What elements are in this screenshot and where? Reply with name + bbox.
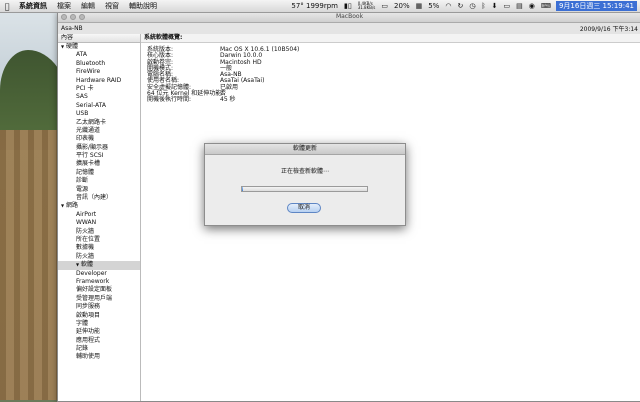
bluetooth-icon[interactable]: ᛒ: [478, 2, 488, 10]
sidebar-item[interactable]: 診斷: [58, 177, 140, 185]
menu-window[interactable]: 視窗: [100, 1, 124, 11]
sidebar-item[interactable]: 乙太網路卡: [58, 119, 140, 127]
software-update-dialog: 軟體更新 正在檢查新軟體⋯ 取消: [204, 143, 406, 226]
time-machine-icon[interactable]: ◷: [466, 2, 478, 10]
window-controls: [61, 14, 85, 20]
sidebar-group-label: 硬體: [66, 43, 79, 50]
sidebar-item[interactable]: 防火牆: [58, 253, 140, 261]
status-area: 57° 1999rpm ▮▯ 0.4KB/s 31.8KB/s ▭ 20% ▦ …: [288, 1, 640, 11]
sidebar-item[interactable]: Developer: [58, 270, 140, 278]
download-icon[interactable]: ⬇: [489, 2, 501, 10]
window-title: MacBook: [335, 13, 364, 20]
battery-icon[interactable]: ▭: [378, 2, 391, 10]
menu-bar:  系統資訊 檔案 編輯 視窗 輔助說明 57° 1999rpm ▮▯ 0.4K…: [0, 0, 640, 13]
progress-bar: [241, 186, 368, 192]
info-table: 系統版本: Mac OS X 10.6.1 (10B504) 核心版本: Darwin…: [147, 46, 299, 104]
input-flag-icon[interactable]: ▤: [513, 2, 526, 10]
sidebar-header: 內容: [58, 34, 140, 43]
sidebar-item[interactable]: 印表機: [58, 135, 140, 143]
info-key: 開機後執行時間:: [147, 96, 192, 104]
sidebar-item[interactable]: WWAN: [58, 219, 140, 227]
cancel-button[interactable]: 取消: [287, 203, 321, 213]
window-titlebar[interactable]: MacBook: [58, 12, 640, 23]
apple-menu-icon[interactable]: : [0, 2, 14, 11]
sidebar-item[interactable]: 啟動項目: [58, 312, 140, 320]
sidebar-item[interactable]: Serial-ATA: [58, 102, 140, 110]
volume-percent[interactable]: 5%: [425, 2, 442, 10]
report-timestamp: 2009/9/16 下午3:14: [579, 26, 638, 33]
net-down-rate: 31.8KB/s: [357, 5, 376, 10]
keyboard-icon[interactable]: ⌨: [538, 2, 554, 10]
user-icon[interactable]: ◉: [526, 2, 538, 10]
dialog-title: 軟體更新: [205, 144, 405, 155]
sidebar-item[interactable]: Hardware RAID: [58, 77, 140, 85]
sidebar-item[interactable]: PCI 卡: [58, 85, 140, 93]
progress-fill: [242, 187, 244, 191]
sidebar-item[interactable]: 同步服務: [58, 303, 140, 311]
main-header: 系統軟體概覽:: [141, 34, 640, 43]
minimize-button[interactable]: [70, 14, 76, 20]
sidebar-item[interactable]: 攝影/顯示器: [58, 144, 140, 152]
sidebar-item[interactable]: AirPort: [58, 211, 140, 219]
sidebar-item[interactable]: 延伸功能: [58, 328, 140, 336]
menu-help[interactable]: 輔助說明: [124, 1, 162, 11]
sidebar-item[interactable]: 應用程式: [58, 337, 140, 345]
sidebar-item[interactable]: 所在位置: [58, 236, 140, 244]
sidebar-item[interactable]: 防火牆: [58, 228, 140, 236]
sidebar-item[interactable]: 電源: [58, 186, 140, 194]
sidebar-item[interactable]: 記憶體: [58, 169, 140, 177]
sidebar-item[interactable]: 光纖通道: [58, 127, 140, 135]
sidebar-item[interactable]: ATA: [58, 51, 140, 59]
sidebar-group-label: 網路: [66, 202, 79, 210]
temp-fan-status[interactable]: 57° 1999rpm: [288, 2, 341, 10]
info-value: 45 秒: [220, 96, 236, 104]
sidebar-item[interactable]: USB: [58, 110, 140, 118]
sidebar-item[interactable]: 數據機: [58, 244, 140, 252]
close-button[interactable]: [61, 14, 67, 20]
sidebar-item[interactable]: 偏好設定面板: [58, 286, 140, 294]
sidebar-group[interactable]: ▼ 硬體: [58, 43, 140, 51]
machine-name: Asa-NB: [61, 25, 83, 32]
menu-file[interactable]: 檔案: [52, 1, 76, 11]
sidebar[interactable]: 內容 ▼ 硬體 ATA Bluetooth FireWire Hardware RAID P…: [58, 34, 141, 401]
fence-left: [0, 130, 60, 400]
info-row: 開機後執行時間: 45 秒: [147, 96, 299, 104]
volume-icon[interactable]: ▦: [413, 2, 426, 10]
zoom-button[interactable]: [79, 14, 85, 20]
sidebar-item[interactable]: 受管理用戶端: [58, 295, 140, 303]
menubar-clock[interactable]: 9月16日週三 15:19:41: [555, 1, 637, 11]
menu-edit[interactable]: 編輯: [76, 1, 100, 11]
wifi-icon[interactable]: ◠: [442, 2, 454, 10]
sync-icon[interactable]: ↻: [454, 2, 466, 10]
sidebar-group[interactable]: ▼ 軟體: [58, 261, 140, 270]
sidebar-item[interactable]: 擴展卡槽: [58, 160, 140, 168]
sidebar-group[interactable]: ▼ 網路: [58, 202, 140, 210]
sidebar-item[interactable]: SAS: [58, 93, 140, 101]
network-rate[interactable]: 0.4KB/s 31.8KB/s: [355, 2, 379, 10]
display-icon[interactable]: ▭: [501, 2, 514, 10]
sidebar-item[interactable]: Bluetooth: [58, 60, 140, 68]
dialog-message: 正在檢查新軟體⋯: [280, 168, 329, 175]
menu-app[interactable]: 系統資訊: [14, 1, 52, 11]
sidebar-item[interactable]: 輔助使用: [58, 353, 140, 361]
battery-percent[interactable]: 20%: [391, 2, 413, 10]
activity-icon[interactable]: ▮▯: [341, 2, 355, 10]
sidebar-group-label: 軟體: [81, 261, 94, 269]
sidebar-item[interactable]: FireWire: [58, 68, 140, 76]
